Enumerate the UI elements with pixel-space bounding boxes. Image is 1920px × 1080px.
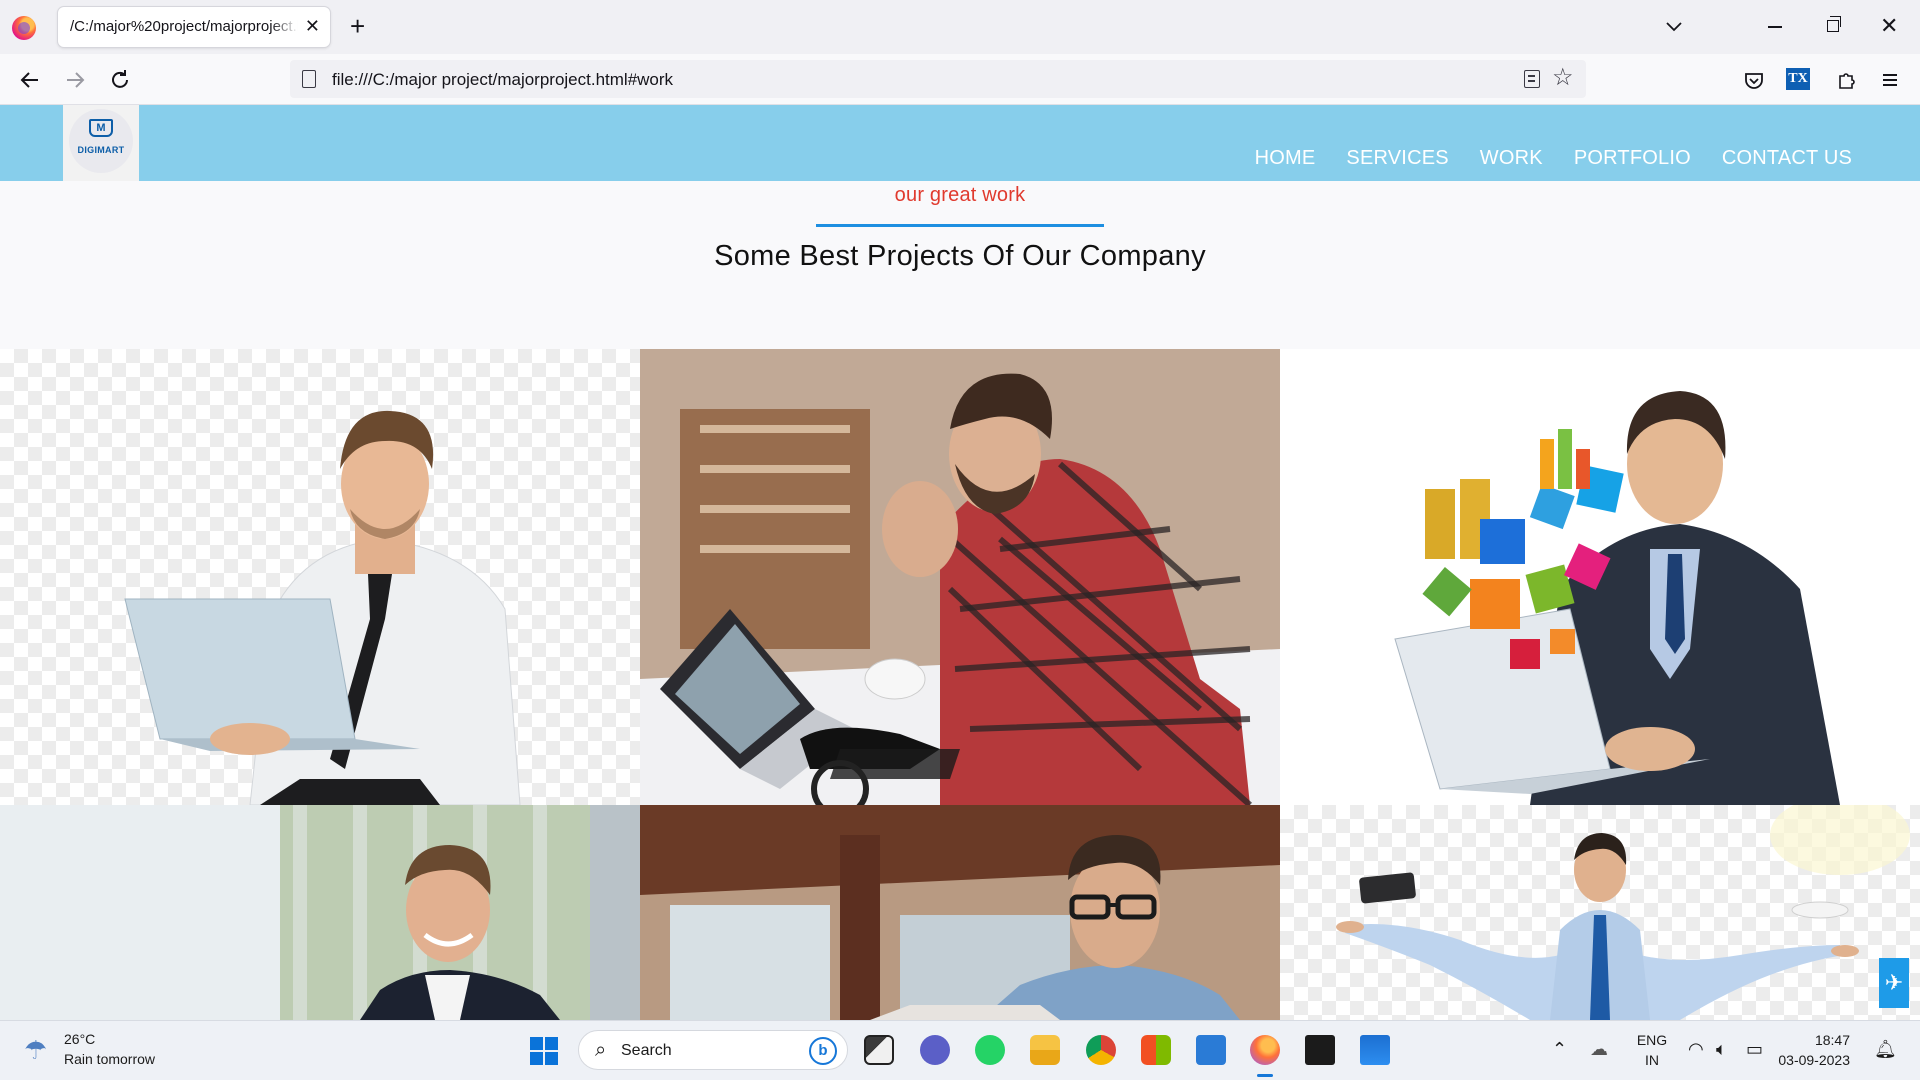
browser-tab[interactable]: /C:/major%20project/majorproject.html#wo… bbox=[58, 7, 330, 47]
extensions-icon[interactable] bbox=[1832, 66, 1860, 94]
project-image-5[interactable] bbox=[640, 805, 1280, 1020]
forward-icon[interactable] bbox=[61, 66, 89, 94]
microsoft-store-icon[interactable] bbox=[1141, 1035, 1171, 1065]
active-app-indicator bbox=[1257, 1074, 1273, 1077]
start-button[interactable] bbox=[530, 1037, 558, 1065]
project-image-4[interactable] bbox=[0, 805, 640, 1020]
section-underline bbox=[816, 224, 1104, 227]
page-icon bbox=[302, 70, 316, 88]
nav-home[interactable]: HOME bbox=[1255, 147, 1316, 170]
bookmark-star-icon[interactable]: ☆ bbox=[1552, 64, 1574, 92]
new-tab-icon[interactable]: + bbox=[350, 12, 365, 40]
browser-nav-bar: file:///C:/major project/majorproject.ht… bbox=[0, 54, 1920, 105]
search-label: Search bbox=[621, 1042, 672, 1059]
nav-portfolio[interactable]: PORTFOLIO bbox=[1574, 147, 1691, 170]
nav-services[interactable]: SERVICES bbox=[1346, 147, 1448, 170]
site-nav: HOME SERVICES WORK PORTFOLIO CONTACT US bbox=[1255, 147, 1852, 170]
site-header: M DIGIMART HOME SERVICES WORK PORTFOLIO … bbox=[0, 105, 1920, 181]
project-image-2[interactable] bbox=[640, 349, 1280, 805]
weather-rain-icon[interactable]: ☂ bbox=[24, 1035, 47, 1065]
firefox-taskbar-icon[interactable] bbox=[1250, 1035, 1280, 1065]
search-icon: ⌕ bbox=[595, 1039, 607, 1061]
reader-view-icon[interactable] bbox=[1524, 70, 1540, 88]
task-view-icon[interactable] bbox=[864, 1035, 894, 1065]
language-code[interactable]: ENG bbox=[1632, 1032, 1672, 1048]
project-image-1[interactable] bbox=[0, 349, 640, 805]
project-image-3[interactable] bbox=[1280, 349, 1920, 805]
tab-title: /C:/major%20project/majorproject.html#wo… bbox=[70, 18, 298, 35]
weather-description[interactable]: Rain tomorrow bbox=[64, 1051, 155, 1067]
window-close-icon[interactable]: ✕ bbox=[1880, 14, 1898, 38]
nav-work[interactable]: WORK bbox=[1480, 147, 1543, 170]
project-gallery bbox=[0, 349, 1920, 1020]
reload-icon[interactable] bbox=[106, 66, 134, 94]
tx-extension-icon[interactable]: TX bbox=[1786, 68, 1810, 90]
onedrive-icon[interactable]: ☁ bbox=[1590, 1038, 1608, 1060]
tab-close-icon[interactable]: ✕ bbox=[305, 15, 320, 37]
teams-meet-icon[interactable] bbox=[920, 1035, 950, 1065]
clock-time[interactable]: 18:47 bbox=[1780, 1032, 1850, 1048]
wifi-icon[interactable]: ◠ bbox=[1688, 1038, 1704, 1060]
back-icon[interactable] bbox=[16, 66, 44, 94]
scroll-to-top-button[interactable]: ✈ bbox=[1879, 958, 1909, 1008]
url-bar[interactable]: file:///C:/major project/majorproject.ht… bbox=[290, 60, 1586, 98]
pocket-icon[interactable] bbox=[1740, 66, 1768, 94]
nav-contact-us[interactable]: CONTACT US bbox=[1722, 147, 1852, 170]
whatsapp-icon[interactable] bbox=[975, 1035, 1005, 1065]
project-image-6[interactable] bbox=[1280, 805, 1920, 1020]
list-all-tabs-icon[interactable] bbox=[1662, 14, 1686, 38]
battery-icon[interactable]: ▭ bbox=[1746, 1038, 1763, 1060]
mail-icon[interactable] bbox=[1360, 1035, 1390, 1065]
taskbar-search[interactable]: ⌕ Search b bbox=[578, 1030, 848, 1070]
show-hidden-icons-icon[interactable]: ⌃ bbox=[1552, 1038, 1567, 1060]
firefox-icon[interactable] bbox=[12, 16, 36, 40]
windows-taskbar: ☂ 26°C Rain tomorrow ⌕ Search b ⌃ ☁ ENG … bbox=[0, 1020, 1920, 1080]
terminal-icon[interactable] bbox=[1305, 1035, 1335, 1065]
chrome-icon[interactable] bbox=[1086, 1035, 1116, 1065]
weather-temperature[interactable]: 26°C bbox=[64, 1031, 95, 1047]
site-logo[interactable]: M DIGIMART bbox=[63, 105, 139, 181]
window-restore-icon[interactable] bbox=[1827, 16, 1841, 32]
cart-icon: M bbox=[89, 119, 113, 137]
notification-bell-icon[interactable]: 🔔︎ bbox=[1874, 1038, 1897, 1060]
section-subtitle: our great work bbox=[894, 184, 1026, 206]
section-title: Some Best Projects Of Our Company bbox=[714, 240, 1206, 272]
menu-icon[interactable] bbox=[1876, 66, 1904, 94]
notepad-icon[interactable] bbox=[1196, 1035, 1226, 1065]
browser-tab-bar: /C:/major%20project/majorproject.html#wo… bbox=[0, 0, 1920, 54]
logo-text: DIGIMART bbox=[77, 145, 125, 155]
volume-icon[interactable]: 🔈︎ bbox=[1716, 1038, 1727, 1060]
window-minimize-icon[interactable] bbox=[1768, 26, 1782, 28]
url-input[interactable]: file:///C:/major project/majorproject.ht… bbox=[332, 70, 673, 90]
bing-icon[interactable]: b bbox=[809, 1037, 837, 1065]
file-explorer-icon[interactable] bbox=[1030, 1035, 1060, 1065]
language-region[interactable]: IN bbox=[1632, 1052, 1672, 1068]
clock-date[interactable]: 03-09-2023 bbox=[1770, 1052, 1850, 1068]
